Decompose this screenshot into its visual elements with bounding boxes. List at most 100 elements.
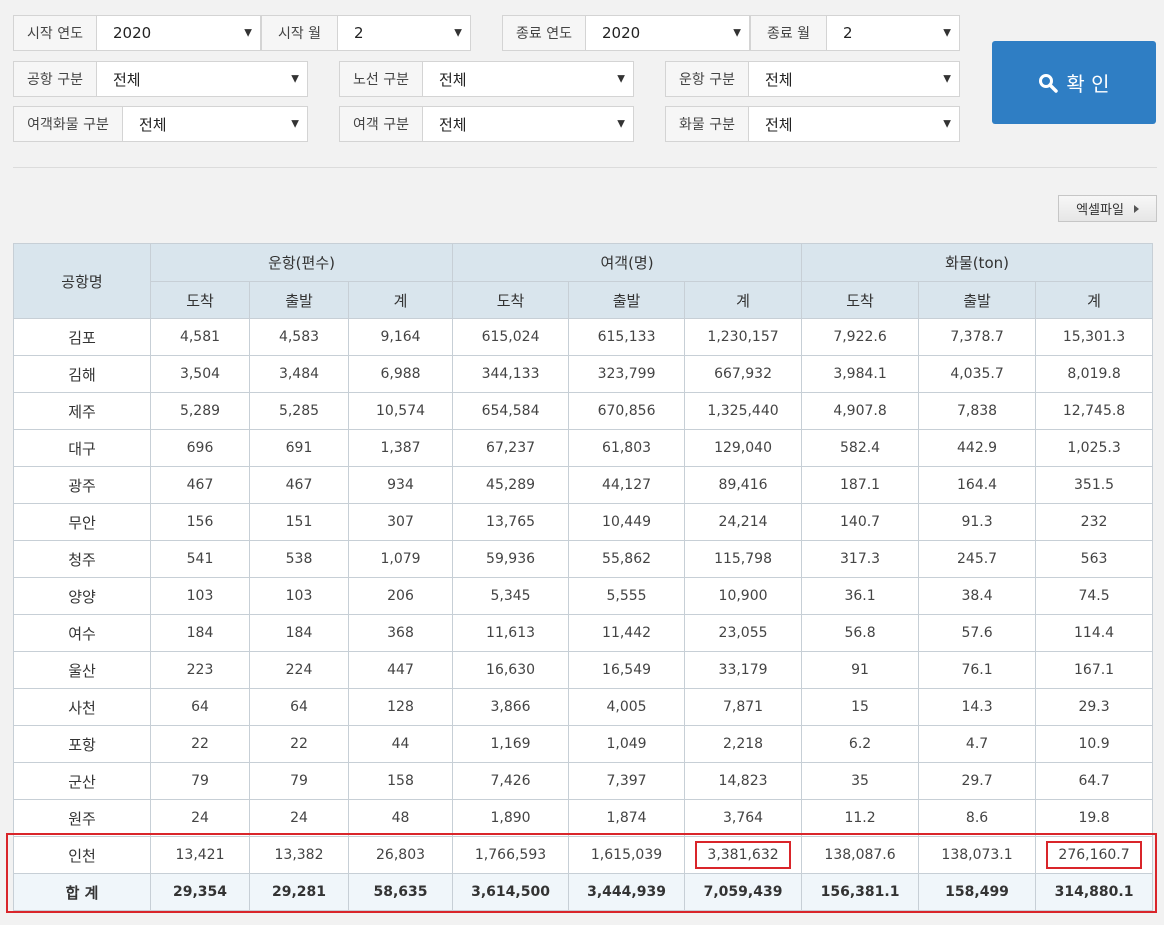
sub-header: 출발 bbox=[249, 281, 349, 319]
table-cell: 351.5 bbox=[1035, 466, 1154, 504]
table-cell: 61,803 bbox=[568, 429, 686, 467]
table-cell: 317.3 bbox=[801, 540, 920, 578]
excel-label: 엑셀파일 bbox=[1076, 203, 1124, 218]
table-cell: 22 bbox=[249, 725, 349, 763]
table-cell: 79 bbox=[249, 762, 349, 800]
excel-download-button[interactable]: 엑셀파일 bbox=[1058, 195, 1157, 222]
end-year-label: 종료 연도 bbox=[503, 16, 586, 50]
table-cell: 164.4 bbox=[918, 466, 1037, 504]
table-cell: 167.1 bbox=[1035, 651, 1154, 689]
table-cell: 1,874 bbox=[568, 799, 686, 837]
table-cell: 4,907.8 bbox=[801, 392, 920, 430]
airport-type-select[interactable]: 공항 구분 전체 ▼ bbox=[13, 61, 308, 97]
table-cell: 1,079 bbox=[347, 540, 454, 578]
cargo-type-value: 전체 bbox=[765, 115, 793, 134]
table-cell: 6,988 bbox=[347, 355, 454, 393]
pax-cargo-type-select[interactable]: 여객화물 구분 전체 ▼ bbox=[13, 106, 308, 142]
table-cell: 7,871 bbox=[684, 688, 803, 726]
table-cell: 7,426 bbox=[452, 762, 570, 800]
route-type-select[interactable]: 노선 구분 전체 ▼ bbox=[339, 61, 634, 97]
pax-type-value: 전체 bbox=[439, 115, 467, 134]
table-cell: 15 bbox=[801, 688, 920, 726]
sub-header: 도착 bbox=[150, 281, 250, 319]
table-cell: 38.4 bbox=[918, 577, 1037, 615]
table-cell: 691 bbox=[249, 429, 349, 467]
sub-header: 도착 bbox=[801, 281, 920, 319]
table-cell: 442.9 bbox=[918, 429, 1037, 467]
table-row: 무안 156 151 307 13,765 10,449 24,214 140.7 91.3 23… bbox=[13, 503, 1154, 541]
table-cell: 128 bbox=[347, 688, 454, 726]
table-cell: 8.6 bbox=[918, 799, 1037, 837]
dropdown-arrow-icon: ▼ bbox=[733, 27, 741, 39]
route-type-label: 노선 구분 bbox=[340, 62, 423, 96]
airport-name: 대구 bbox=[13, 429, 151, 467]
table-cell: 91 bbox=[801, 651, 920, 689]
table-cell: 1,387 bbox=[347, 429, 454, 467]
table-cell: 48 bbox=[347, 799, 454, 837]
table-cell: 4,583 bbox=[249, 318, 349, 356]
table-cell: 89,416 bbox=[684, 466, 803, 504]
table-cell: 538 bbox=[249, 540, 349, 578]
airport-name: 김포 bbox=[13, 318, 151, 356]
flight-type-select[interactable]: 운항 구분 전체 ▼ bbox=[665, 61, 960, 97]
table-row: 군산 79 79 158 7,426 7,397 14,823 35 29.7 64.7 bbox=[13, 762, 1154, 800]
cargo-type-select[interactable]: 화물 구분 전체 ▼ bbox=[665, 106, 960, 142]
table-cell: 14,823 bbox=[684, 762, 803, 800]
table-cell: 33,179 bbox=[684, 651, 803, 689]
table-cell: 14.3 bbox=[918, 688, 1037, 726]
table-cell: 344,133 bbox=[452, 355, 570, 393]
pax-type-label: 여객 구분 bbox=[340, 107, 423, 141]
table-cell: 16,549 bbox=[568, 651, 686, 689]
table-cell: 582.4 bbox=[801, 429, 920, 467]
sub-header: 계 bbox=[1035, 281, 1154, 319]
end-month-select[interactable]: 종료 월 2 ▼ bbox=[750, 15, 960, 51]
airport-name: 제주 bbox=[13, 392, 151, 430]
search-icon bbox=[1039, 73, 1059, 93]
table-cell: 58,635 bbox=[347, 873, 454, 911]
table-cell: 1,766,593 bbox=[452, 836, 570, 874]
table-cell: 29,354 bbox=[150, 873, 250, 911]
table-cell: 44,127 bbox=[568, 466, 686, 504]
table-cell: 12,745.8 bbox=[1035, 392, 1154, 430]
sub-header: 출발 bbox=[568, 281, 686, 319]
table-cell: 36.1 bbox=[801, 577, 920, 615]
table-cell: 934 bbox=[347, 466, 454, 504]
table-row: 인천 13,421 13,382 26,803 1,766,593 1,615,039 3,… bbox=[13, 836, 1154, 874]
sub-header: 도착 bbox=[452, 281, 570, 319]
start-year-select[interactable]: 시작 연도 2020 ▼ bbox=[13, 15, 261, 51]
table-cell: 13,765 bbox=[452, 503, 570, 541]
table-cell: 563 bbox=[1035, 540, 1154, 578]
sub-header: 계 bbox=[684, 281, 803, 319]
flight-type-label: 운항 구분 bbox=[666, 62, 749, 96]
table-cell: 3,504 bbox=[150, 355, 250, 393]
airport-name: 여수 bbox=[13, 614, 151, 652]
start-month-label: 시작 월 bbox=[262, 16, 338, 50]
table-cell: 654,584 bbox=[452, 392, 570, 430]
table-cell: 467 bbox=[249, 466, 349, 504]
confirm-button[interactable]: 확 인 bbox=[992, 41, 1156, 124]
divider bbox=[13, 167, 1157, 168]
group-header: 화물(ton) bbox=[801, 243, 1154, 282]
table-cell: 23,055 bbox=[684, 614, 803, 652]
table-cell: 8,019.8 bbox=[1035, 355, 1154, 393]
route-type-value: 전체 bbox=[439, 70, 467, 89]
table-row: 제주 5,289 5,285 10,574 654,584 670,856 1,325,44… bbox=[13, 392, 1154, 430]
table-row: 양양 103 103 206 5,345 5,555 10,900 36.1 38.4 74.5 bbox=[13, 577, 1154, 615]
end-year-select[interactable]: 종료 연도 2020 ▼ bbox=[502, 15, 750, 51]
table-cell: 7,838 bbox=[918, 392, 1037, 430]
table-cell: 1,230,157 bbox=[684, 318, 803, 356]
pax-type-select[interactable]: 여객 구분 전체 ▼ bbox=[339, 106, 634, 142]
table-cell: 26,803 bbox=[347, 836, 454, 874]
total-row: 합 계 29,354 29,281 58,635 3,614,500 3,444,939 7… bbox=[13, 873, 1154, 911]
table-cell: 232 bbox=[1035, 503, 1154, 541]
table-cell: 24 bbox=[150, 799, 250, 837]
start-month-select[interactable]: 시작 월 2 ▼ bbox=[261, 15, 471, 51]
table-cell: 615,133 bbox=[568, 318, 686, 356]
table-cell: 7,378.7 bbox=[918, 318, 1037, 356]
table-cell: 1,049 bbox=[568, 725, 686, 763]
table-cell: 187.1 bbox=[801, 466, 920, 504]
airport-name: 군산 bbox=[13, 762, 151, 800]
pax-cargo-type-label: 여객화물 구분 bbox=[14, 107, 123, 141]
table-cell: 79 bbox=[150, 762, 250, 800]
table-cell: 158 bbox=[347, 762, 454, 800]
